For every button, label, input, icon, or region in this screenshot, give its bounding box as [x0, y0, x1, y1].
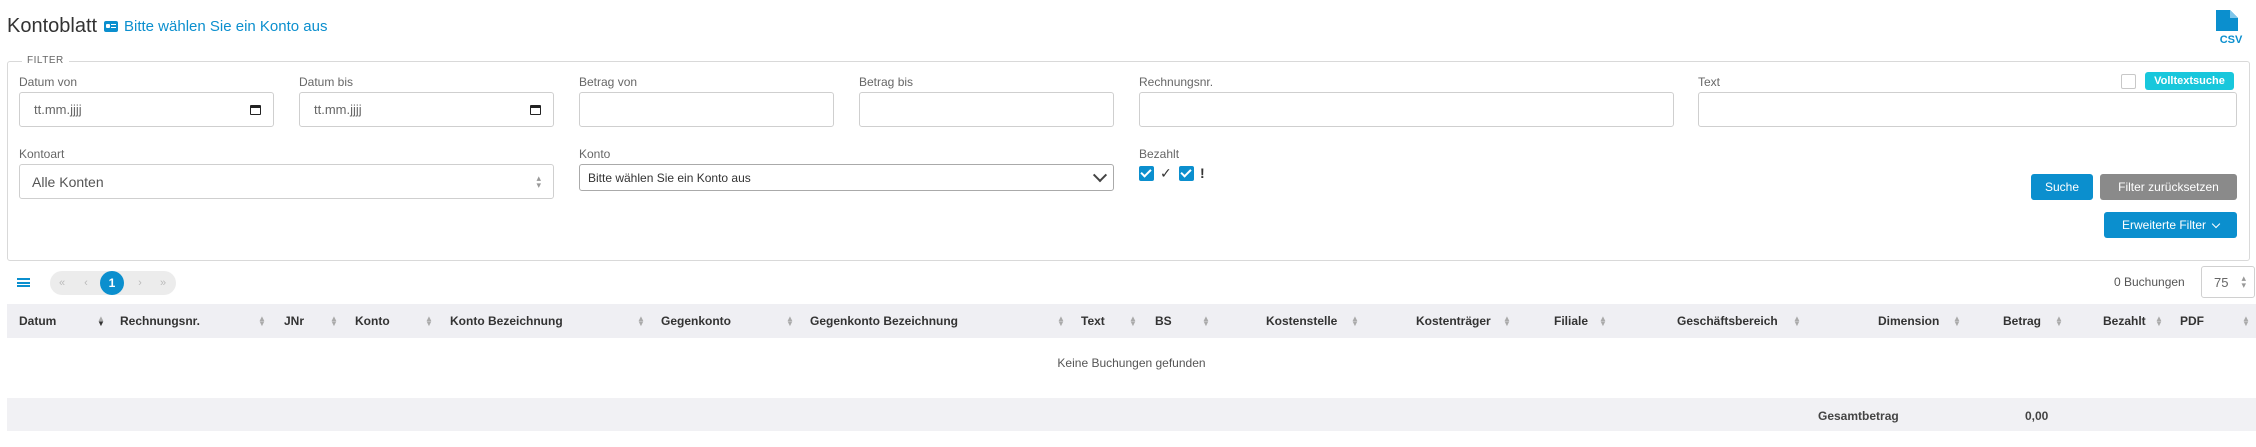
betrag-von-label: Betrag von — [579, 75, 638, 89]
current-page-button[interactable]: 1 — [100, 271, 124, 295]
konto-value: Bitte wählen Sie ein Konto aus — [588, 170, 751, 185]
filter-legend: FILTER — [22, 55, 69, 66]
col-header-pdf[interactable]: PDF — [2180, 304, 2204, 338]
col-header-dimension[interactable]: Dimension — [1878, 304, 1939, 338]
col-header-gegenkonto[interactable]: Gegenkonto — [661, 304, 731, 338]
sort-icon[interactable]: ▲ ▼ — [97, 315, 105, 328]
sort-icon[interactable]: ▲ ▼ — [2055, 315, 2063, 328]
col-header-text[interactable]: Text — [1081, 304, 1105, 338]
sort-icon[interactable]: ▲ ▼ — [1057, 315, 1065, 328]
col-header-rechnungsnr[interactable]: Rechnungsnr. — [120, 304, 200, 338]
betrag-bis-label: Betrag bis — [859, 75, 914, 89]
select-account-label: Bitte wählen Sie ein Konto aus — [124, 18, 328, 35]
prev-page-button[interactable]: ‹ — [78, 271, 94, 295]
sort-icon[interactable]: ▲ ▼ — [258, 315, 266, 328]
sort-icon[interactable]: ▲ ▼ — [2242, 315, 2250, 328]
reset-filter-button[interactable]: Filter zurücksetzen — [2100, 174, 2237, 200]
hamburger-icon[interactable] — [17, 278, 30, 287]
kontoart-select[interactable]: Alle Konten ▴ ▾ — [19, 164, 554, 199]
chevron-down-icon — [1092, 167, 1108, 182]
volltextsuche-checkbox[interactable] — [2121, 74, 2136, 89]
table-header: Datum ▲ ▼ Rechnungsnr. ▲ ▼ JNr ▲ ▼ Konto ▲ ▼… — [7, 304, 2256, 338]
col-header-konto[interactable]: Konto — [355, 304, 390, 338]
calendar-icon[interactable] — [250, 104, 261, 115]
bezahlt-label: Bezahlt — [1139, 147, 1180, 161]
col-header-bs[interactable]: BS — [1155, 304, 1172, 338]
csv-file-icon: CSV — [2216, 10, 2243, 46]
select-account-link[interactable]: Bitte wählen Sie ein Konto aus — [104, 18, 327, 35]
total-value: 0,00 — [2025, 409, 2049, 423]
paid-symbol: ✓ — [1160, 165, 1172, 181]
pagination: « ‹ 1 › » — [50, 271, 176, 295]
col-header-kostentraeger[interactable]: Kostenträger — [1416, 304, 1491, 338]
col-header-filiale[interactable]: Filiale — [1554, 304, 1588, 338]
chevron-down-icon — [2211, 219, 2221, 228]
csv-export-button[interactable]: CSV — [2214, 9, 2248, 46]
select-arrows-icon: ▴ ▾ — [2241, 273, 2246, 290]
advanced-filter-label: Erweiterte Filter — [2121, 218, 2207, 232]
page-title: Kontoblatt — [7, 15, 98, 37]
betrag-bis-input[interactable] — [859, 92, 1114, 127]
kontoart-label: Kontoart — [19, 147, 65, 161]
bezahlt-paid-checkbox[interactable] — [1139, 166, 1154, 181]
sort-icon[interactable]: ▲ ▼ — [1202, 315, 1210, 328]
last-page-button[interactable]: » — [155, 271, 171, 295]
next-page-button[interactable]: › — [132, 271, 148, 295]
sort-icon[interactable]: ▲ ▼ — [1129, 315, 1137, 328]
rechnungsnr-label: Rechnungsnr. — [1139, 75, 1214, 89]
col-header-kostenstelle[interactable]: Kostenstelle — [1266, 304, 1337, 338]
sort-icon[interactable]: ▲ ▼ — [330, 315, 338, 328]
select-arrows-icon: ▴ ▾ — [536, 172, 541, 190]
booking-count: 0 Buchungen — [2114, 275, 2185, 289]
sort-icon[interactable]: ▲ ▼ — [1599, 315, 1607, 328]
calendar-icon[interactable] — [530, 104, 541, 115]
col-header-bezahlt[interactable]: Bezahlt — [2103, 304, 2146, 338]
konto-select[interactable]: Bitte wählen Sie ein Konto aus — [579, 164, 1114, 191]
sort-icon[interactable]: ▲ ▼ — [1503, 315, 1511, 328]
datum-von-input[interactable]: tt.mm.jjjj — [19, 92, 274, 127]
sort-icon[interactable]: ▲ ▼ — [1793, 315, 1801, 328]
filter-panel: FILTER Datum von tt.mm.jjjj Datum bis tt… — [7, 55, 2250, 261]
bezahlt-unpaid-checkbox[interactable] — [1179, 166, 1194, 181]
id-card-icon — [104, 21, 118, 32]
datum-bis-value: tt.mm.jjjj — [314, 102, 362, 117]
col-header-geschaeftsbereich[interactable]: Geschäftsbereich — [1677, 304, 1778, 338]
datum-bis-input[interactable]: tt.mm.jjjj — [299, 92, 554, 127]
datum-von-value: tt.mm.jjjj — [34, 102, 82, 117]
volltextsuche-badge[interactable]: Volltextsuche — [2145, 72, 2234, 90]
total-label: Gesamtbetrag — [1818, 409, 1899, 423]
datum-bis-label: Datum bis — [299, 75, 354, 89]
sort-icon[interactable]: ▲ ▼ — [1953, 315, 1961, 328]
search-button[interactable]: Suche — [2031, 174, 2093, 200]
table-footer: Gesamtbetrag 0,00 — [7, 398, 2256, 431]
advanced-filter-button[interactable]: Erweiterte Filter — [2104, 212, 2237, 238]
sort-icon[interactable]: ▲ ▼ — [425, 315, 433, 328]
sort-icon[interactable]: ▲ ▼ — [637, 315, 645, 328]
per-page-value: 75 — [2214, 274, 2229, 290]
sort-icon[interactable]: ▲ ▼ — [2155, 315, 2163, 328]
konto-label: Konto — [579, 147, 611, 161]
text-label: Text — [1698, 75, 1721, 89]
sort-icon[interactable]: ▲ ▼ — [1351, 315, 1359, 328]
empty-table-message: Keine Buchungen gefunden — [1057, 356, 1206, 370]
csv-label: CSV — [2220, 34, 2243, 45]
kontoart-value: Alle Konten — [32, 173, 104, 190]
col-header-datum[interactable]: Datum — [19, 304, 56, 338]
datum-von-label: Datum von — [19, 75, 78, 89]
first-page-button[interactable]: « — [54, 271, 70, 295]
col-header-jnr[interactable]: JNr — [284, 304, 304, 338]
rechnungsnr-input[interactable] — [1139, 92, 1674, 127]
col-header-gegenkonto-bezeichnung[interactable]: Gegenkonto Bezeichnung — [810, 304, 958, 338]
unpaid-symbol: ! — [1200, 165, 1205, 181]
col-header-konto-bezeichnung[interactable]: Konto Bezeichnung — [450, 304, 563, 338]
per-page-select[interactable]: 75 ▴ ▾ — [2201, 266, 2255, 298]
col-header-betrag[interactable]: Betrag — [2003, 304, 2041, 338]
text-input[interactable] — [1698, 92, 2237, 127]
betrag-von-input[interactable] — [579, 92, 834, 127]
sort-icon[interactable]: ▲ ▼ — [786, 315, 794, 328]
